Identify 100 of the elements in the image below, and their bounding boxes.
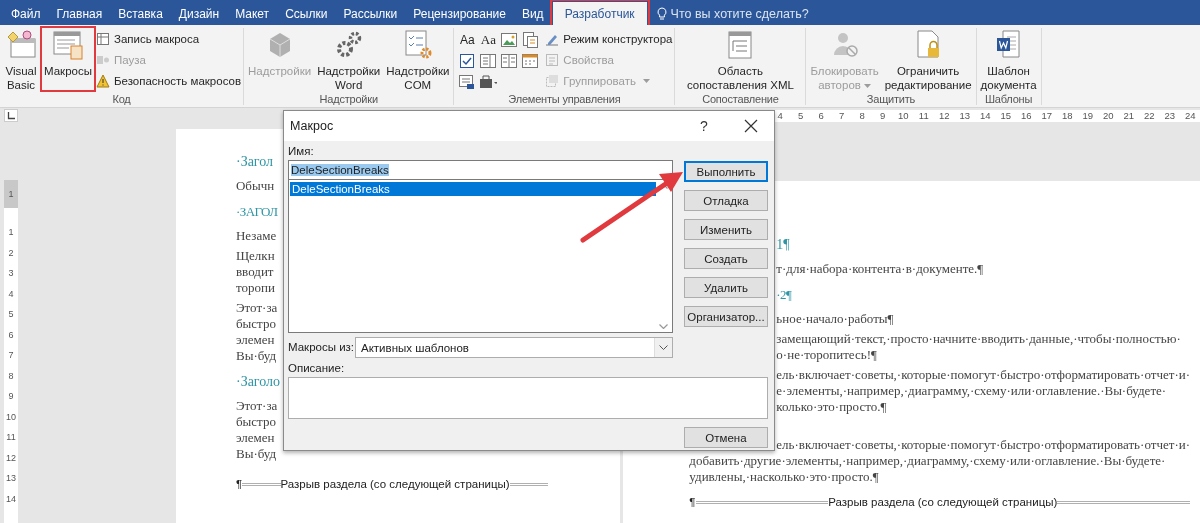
ribbon-tab[interactable]: Рассылки (336, 2, 405, 25)
ruler-number: 10 (6, 411, 16, 422)
ruler-number: 19 (1081, 109, 1095, 122)
body-text: ель·включает·советы,·которые·помогут·быстро·отформатировать·отчет·и· (776, 367, 1190, 383)
building-block-icon[interactable] (521, 31, 540, 49)
legacy-form-icon[interactable] (458, 73, 477, 91)
warning-icon (95, 73, 110, 88)
ribbon-button[interactable]: Режим конструктора (545, 29, 673, 48)
ruler-number: 4 (776, 109, 784, 122)
table-icon (95, 31, 110, 46)
pilcrow-mark: ¶ (236, 478, 243, 490)
dialog-button[interactable]: Изменить (684, 219, 768, 240)
body-text: Вы·буд (236, 446, 277, 462)
ruler-number: 8 (8, 370, 14, 381)
group-label: Код (112, 93, 131, 105)
ruler-number: 7 (838, 109, 846, 122)
ribbon-button[interactable]: Шаблон документа (978, 28, 1039, 93)
dialog-button[interactable]: Выполнить (684, 161, 768, 182)
ribbon-button[interactable]: Область сопоставления XML (677, 28, 804, 93)
body-text: торопи (236, 280, 275, 296)
vertical-ruler[interactable]: 1 1 2 3 4 5 6 7 8 9 10 11 12 13 14 (4, 180, 18, 523)
dialog-button[interactable]: Организатор... (684, 306, 768, 327)
ribbon-button[interactable]: Надстройки COM (384, 28, 452, 93)
description-field[interactable] (288, 377, 768, 419)
ribbon-button[interactable]: Макросы (42, 28, 94, 90)
text-control-button[interactable]: Aa (458, 31, 477, 49)
tell-me-field[interactable]: Что вы хотите сделать? (670, 6, 831, 21)
body-text: Обычн (236, 178, 275, 194)
ruler-number: 2 (8, 247, 14, 258)
ruler-number: 9 (879, 109, 887, 122)
body-text: вводит (236, 264, 274, 280)
ruler-number: 12 (6, 452, 16, 463)
ruler-number: 14 (978, 109, 992, 122)
ribbon-tab[interactable]: Главная (49, 2, 110, 25)
body-text: элемен (236, 430, 275, 446)
heading-text: ·Загол (236, 153, 274, 171)
ribbon-button[interactable]: Ограничить редактирование (882, 28, 974, 93)
ruler-number: 16 (1019, 109, 1033, 122)
name-field[interactable]: DeleSectionBreaks (288, 160, 673, 180)
ruler-number: 1 (8, 227, 14, 237)
body-text: Незаме (236, 228, 277, 244)
ribbon-button[interactable]: Visual Basic (2, 28, 40, 93)
ribbon-tab[interactable]: Ссылки (278, 2, 335, 25)
ruler-number: 5 (797, 109, 805, 122)
section-break-label: Разрыв раздела (со следующей страницы) (280, 478, 510, 490)
ruler-number: 20 (1101, 109, 1115, 122)
group-label: Шаблоны (984, 93, 1033, 105)
code-window-icon (5, 29, 37, 61)
date-picker-icon[interactable] (521, 52, 540, 70)
ribbon-tab[interactable]: Макет (228, 2, 277, 25)
body-text: добавить·другие·элементы,·например,·диаграмму,·схему·или·оглавление.·Вы·будете· (689, 453, 1166, 469)
heading-text: ·2¶ (776, 286, 792, 304)
close-icon (744, 119, 758, 133)
body-text: Этот·за (236, 300, 278, 316)
group-label: Сопоставление (702, 93, 779, 105)
section-break-label: Разрыв раздела (со следующей страницы) (828, 496, 1058, 508)
chevron-down-icon (659, 345, 668, 350)
ribbon-tab[interactable]: Вид (514, 2, 551, 25)
cancel-button[interactable]: Отмена (684, 427, 768, 448)
ribbon-button[interactable]: Безопасность макросов (95, 71, 241, 90)
dialog-button[interactable]: Создать (684, 248, 768, 269)
combo-box-icon[interactable] (479, 52, 498, 70)
toolbox-icon[interactable] (479, 73, 498, 91)
ruler-number: 10 (896, 109, 910, 122)
macros-source-dropdown[interactable]: Активных шаблонов (355, 337, 673, 358)
ruler-number: 1 (8, 189, 14, 199)
body-text: о·не·торопитесь!¶ (776, 347, 877, 363)
field-label: Макросы из: (288, 340, 355, 355)
group-label: Надстройки (319, 93, 378, 105)
ribbon-tab[interactable]: Файл (4, 2, 48, 25)
lightbulb-icon (656, 6, 667, 21)
ruler-number: 7 (8, 350, 14, 360)
group-label: Элементы управления (508, 93, 621, 105)
ruler-number: 23 (1163, 109, 1177, 122)
field-label: Описание: (288, 361, 346, 376)
dialog-button[interactable]: Удалить (684, 277, 768, 298)
ribbon-button[interactable]: Надстройки Word (315, 28, 383, 93)
ruler-number: 18 (1060, 109, 1074, 122)
ribbon-button[interactable]: Запись макроса (95, 29, 241, 48)
list-item[interactable]: DeleSectionBreaks (290, 182, 656, 196)
ruler-number: 11 (6, 432, 16, 442)
ribbon-tab[interactable]: Дизайн (171, 2, 227, 25)
checkbox-control-icon[interactable] (458, 52, 477, 70)
tab-stop-icon[interactable] (7, 111, 15, 120)
ribbon-tab[interactable]: Вставка (111, 2, 170, 25)
dialog-button[interactable]: Отладка (684, 190, 768, 211)
body-text: Этот·за (236, 398, 278, 414)
ribbon-tab[interactable]: Рецензирование (406, 2, 513, 25)
ribbon-tab[interactable]: Разработчик (552, 2, 647, 25)
help-button[interactable]: ? (692, 118, 716, 134)
text-control-button[interactable]: Aa (479, 31, 498, 49)
picture-control-icon[interactable] (500, 31, 519, 49)
ruler-number: 8 (858, 109, 866, 122)
group-label: Защитить (866, 93, 916, 105)
dialog-title: Макрос (290, 119, 335, 133)
heading-text: 1¶ (776, 236, 790, 254)
ruler-number: 15 (999, 109, 1013, 122)
drop-down-list-icon[interactable] (500, 52, 519, 70)
ruler-number: 17 (1040, 109, 1054, 122)
ruler-number: 4 (8, 288, 14, 299)
